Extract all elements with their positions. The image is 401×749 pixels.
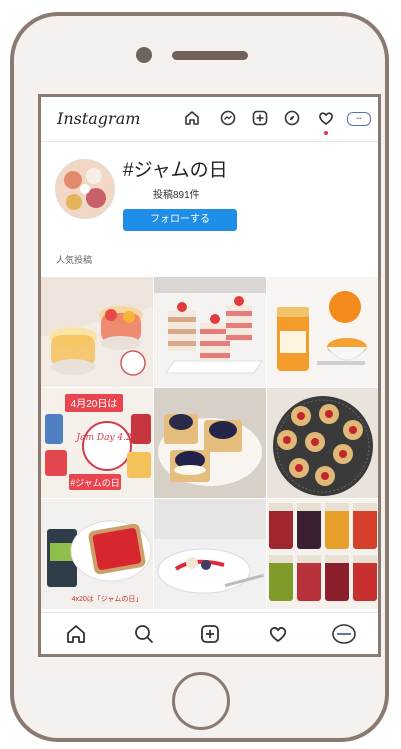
popular-posts-label: 人気投稿 — [56, 255, 93, 265]
grid-tile-jam-day-promo[interactable]: 4月20日は Jam Day 4.20 #ジャムの日 — [41, 388, 153, 498]
instagram-logo: Instagram — [57, 109, 141, 128]
profile-icon[interactable] — [331, 623, 357, 645]
jam-day-badge-text: Jam Day 4.20 — [75, 433, 138, 443]
follow-button[interactable]: フォローする — [123, 209, 237, 231]
grid-tile-fruit-jelly-cups[interactable] — [41, 277, 153, 387]
top-divider — [41, 141, 378, 142]
notification-dot — [324, 131, 328, 135]
phone-home-button[interactable] — [172, 672, 230, 730]
camera-dot — [136, 47, 152, 63]
hashtag-avatar — [55, 159, 115, 219]
top-bar: Instagram ••• — [41, 97, 378, 141]
phone-screen: Instagram ••• #ジャムの日 投稿891件 フォローする 人気投稿 … — [38, 94, 381, 657]
grid-tile-dessert-plate[interactable] — [154, 499, 266, 609]
new-post-icon[interactable] — [199, 623, 221, 645]
promo-date-text: 4月20日は — [71, 398, 118, 410]
jam-day-caption: 4x20は「ジャムの日」 — [72, 595, 143, 603]
photo-grid: 4月20日は Jam Day 4.20 #ジャムの日 4x20は「ジャムの日」 — [41, 277, 378, 609]
profile-icon[interactable]: ••• — [347, 112, 371, 126]
search-icon[interactable] — [133, 623, 155, 645]
home-icon[interactable] — [183, 109, 201, 127]
bottom-nav — [41, 612, 378, 654]
grid-tile-orange-marmalade-jar[interactable] — [267, 277, 378, 387]
activity-heart-icon[interactable] — [267, 623, 289, 645]
new-post-icon[interactable] — [251, 109, 269, 127]
grid-tile-blueberry-crackers[interactable] — [154, 388, 266, 498]
hashtag-title: #ジャムの日 — [123, 160, 228, 181]
explore-icon[interactable] — [283, 109, 301, 127]
grid-tile-jam-toast[interactable]: 4x20は「ジャムの日」 — [41, 499, 153, 609]
speaker-grille — [172, 51, 248, 60]
messenger-icon[interactable] — [219, 109, 237, 127]
grid-tile-strawberry-layer-cakes[interactable] — [154, 277, 266, 387]
promo-hashtag-text: #ジャムの日 — [70, 478, 120, 488]
post-count: 投稿891件 — [153, 190, 200, 201]
grid-tile-jam-thumbprint-cookies[interactable] — [267, 388, 378, 498]
activity-heart-icon[interactable] — [317, 109, 335, 127]
home-icon[interactable] — [65, 623, 87, 645]
grid-tile-jam-jar-assortment[interactable] — [267, 499, 378, 609]
